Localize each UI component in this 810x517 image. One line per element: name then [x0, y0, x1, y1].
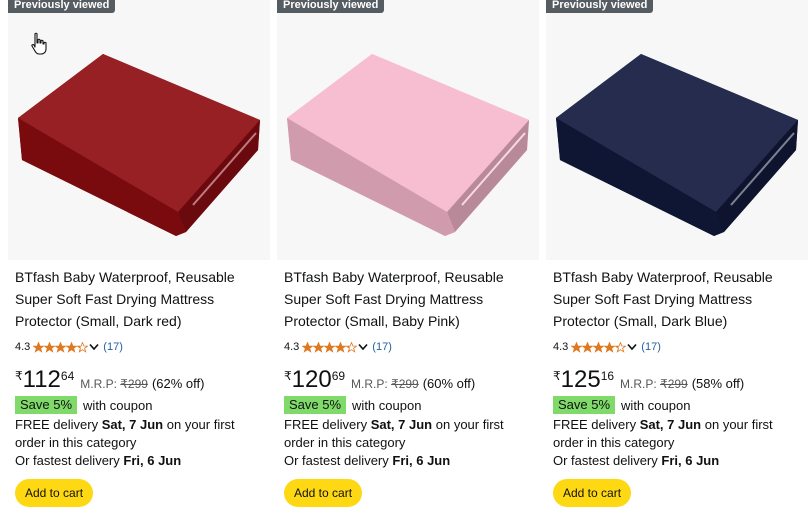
price-whole: 125: [560, 366, 601, 393]
chevron-down-icon[interactable]: [89, 343, 99, 351]
delivery-prefix: FREE delivery: [15, 417, 99, 432]
star-icon: [615, 341, 627, 353]
price-fraction: 16: [600, 369, 615, 383]
previously-viewed-badge: Previously viewed: [8, 0, 116, 13]
discount-text: (58% off): [691, 376, 745, 391]
coupon-row: Save 5% with coupon: [553, 396, 690, 414]
coupon-text: with coupon: [352, 397, 422, 413]
coupon-badge: Save 5%: [15, 396, 78, 414]
review-count-link[interactable]: (17): [641, 341, 661, 353]
star-rating[interactable]: [33, 341, 89, 353]
price-currency: ₹: [15, 369, 23, 383]
fastest-date: Fri, 6 Jun: [123, 453, 182, 468]
price-currency: ₹: [553, 369, 561, 383]
coupon-row: Save 5% with coupon: [15, 396, 152, 414]
rating-row: 4.3 (17): [15, 339, 123, 355]
star-icon: [44, 341, 56, 353]
rating-number: 4.3: [553, 341, 569, 353]
mrp-label: M.R.P:: [620, 377, 657, 391]
review-count-link[interactable]: (17): [372, 341, 392, 353]
star-icon: [324, 341, 336, 353]
star-icon: [346, 341, 358, 353]
price-whole: 112: [22, 366, 61, 393]
delivery-date: Sat, 7 Jun: [101, 417, 164, 432]
rating-number: 4.3: [15, 341, 31, 353]
star-icon: [604, 341, 616, 353]
star-icon: [33, 341, 45, 353]
price-row: ₹ 120 69 M.R.P: ₹299 (60% off): [284, 366, 475, 394]
delivery-info: FREE delivery Sat, 7 Jun on your first o…: [553, 416, 805, 452]
delivery-prefix: FREE delivery: [284, 417, 368, 432]
fastest-date: Fri, 6 Jun: [661, 453, 720, 468]
mrp-value: ₹299: [660, 377, 688, 391]
fastest-prefix: Or fastest delivery: [284, 453, 389, 468]
previously-viewed-badge: Previously viewed: [546, 0, 654, 13]
product-image-container[interactable]: Previously viewed: [546, 0, 808, 260]
add-to-cart-button[interactable]: Add to cart: [553, 479, 632, 507]
product-card: Previously viewed BTfash Baby Waterproof…: [8, 0, 270, 517]
fastest-delivery: Or fastest delivery Fri, 6 Jun: [553, 452, 719, 470]
mrp: M.R.P: ₹299: [620, 377, 688, 391]
add-to-cart-button[interactable]: Add to cart: [284, 479, 363, 507]
price-row: ₹ 125 16 M.R.P: ₹299 (58% off): [553, 366, 744, 394]
price-fraction: 69: [331, 369, 346, 383]
star-icon: [313, 341, 325, 353]
review-count-link[interactable]: (17): [103, 341, 123, 353]
discount-text: (60% off): [422, 376, 476, 391]
coupon-text: with coupon: [621, 397, 691, 413]
star-icon: [77, 341, 89, 353]
hand-cursor-icon: [31, 32, 47, 55]
product-image[interactable]: [277, 0, 539, 260]
rating-number: 4.3: [284, 341, 300, 353]
product-card: Previously viewed BTfash Baby Waterproof…: [546, 0, 808, 517]
star-icon: [582, 341, 594, 353]
price-currency: ₹: [284, 369, 292, 383]
star-rating[interactable]: [302, 341, 358, 353]
mrp-value: ₹299: [391, 377, 419, 391]
coupon-badge: Save 5%: [553, 396, 616, 414]
star-icon: [335, 341, 347, 353]
product-card: Previously viewed BTfash Baby Waterproof…: [277, 0, 539, 517]
star-icon: [66, 341, 78, 353]
coupon-row: Save 5% with coupon: [284, 396, 421, 414]
mrp: M.R.P: ₹299: [351, 377, 419, 391]
product-image[interactable]: [546, 0, 808, 260]
product-image-container[interactable]: Previously viewed: [277, 0, 539, 260]
price-row: ₹ 112 64 M.R.P: ₹299 (62% off): [15, 366, 204, 394]
delivery-prefix: FREE delivery: [553, 417, 637, 432]
previously-viewed-badge: Previously viewed: [277, 0, 385, 13]
rating-row: 4.3 (17): [284, 339, 392, 355]
coupon-badge: Save 5%: [284, 396, 347, 414]
product-title-link[interactable]: BTfash Baby Waterproof, Reusable Super S…: [284, 266, 534, 332]
discount-text: (62% off): [151, 376, 205, 391]
star-rating[interactable]: [571, 341, 627, 353]
fastest-prefix: Or fastest delivery: [15, 453, 120, 468]
fastest-prefix: Or fastest delivery: [553, 453, 658, 468]
star-icon: [593, 341, 605, 353]
mrp-label: M.R.P:: [80, 377, 117, 391]
star-icon: [55, 341, 67, 353]
price-whole: 120: [291, 366, 332, 393]
fastest-delivery: Or fastest delivery Fri, 6 Jun: [284, 452, 450, 470]
delivery-date: Sat, 7 Jun: [639, 417, 702, 432]
mrp-label: M.R.P:: [351, 377, 388, 391]
price-fraction: 64: [60, 369, 75, 383]
delivery-info: FREE delivery Sat, 7 Jun on your first o…: [15, 416, 267, 452]
chevron-down-icon[interactable]: [358, 343, 368, 351]
mrp-value: ₹299: [120, 377, 148, 391]
star-icon: [571, 341, 583, 353]
chevron-down-icon[interactable]: [627, 343, 637, 351]
product-title-link[interactable]: BTfash Baby Waterproof, Reusable Super S…: [15, 266, 265, 332]
fastest-delivery: Or fastest delivery Fri, 6 Jun: [15, 452, 181, 470]
mrp: M.R.P: ₹299: [80, 377, 148, 391]
rating-row: 4.3 (17): [553, 339, 661, 355]
star-icon: [302, 341, 314, 353]
coupon-text: with coupon: [83, 397, 153, 413]
delivery-date: Sat, 7 Jun: [370, 417, 433, 432]
fastest-date: Fri, 6 Jun: [392, 453, 451, 468]
add-to-cart-button[interactable]: Add to cart: [15, 479, 94, 507]
delivery-info: FREE delivery Sat, 7 Jun on your first o…: [284, 416, 536, 452]
product-title-link[interactable]: BTfash Baby Waterproof, Reusable Super S…: [553, 266, 803, 332]
